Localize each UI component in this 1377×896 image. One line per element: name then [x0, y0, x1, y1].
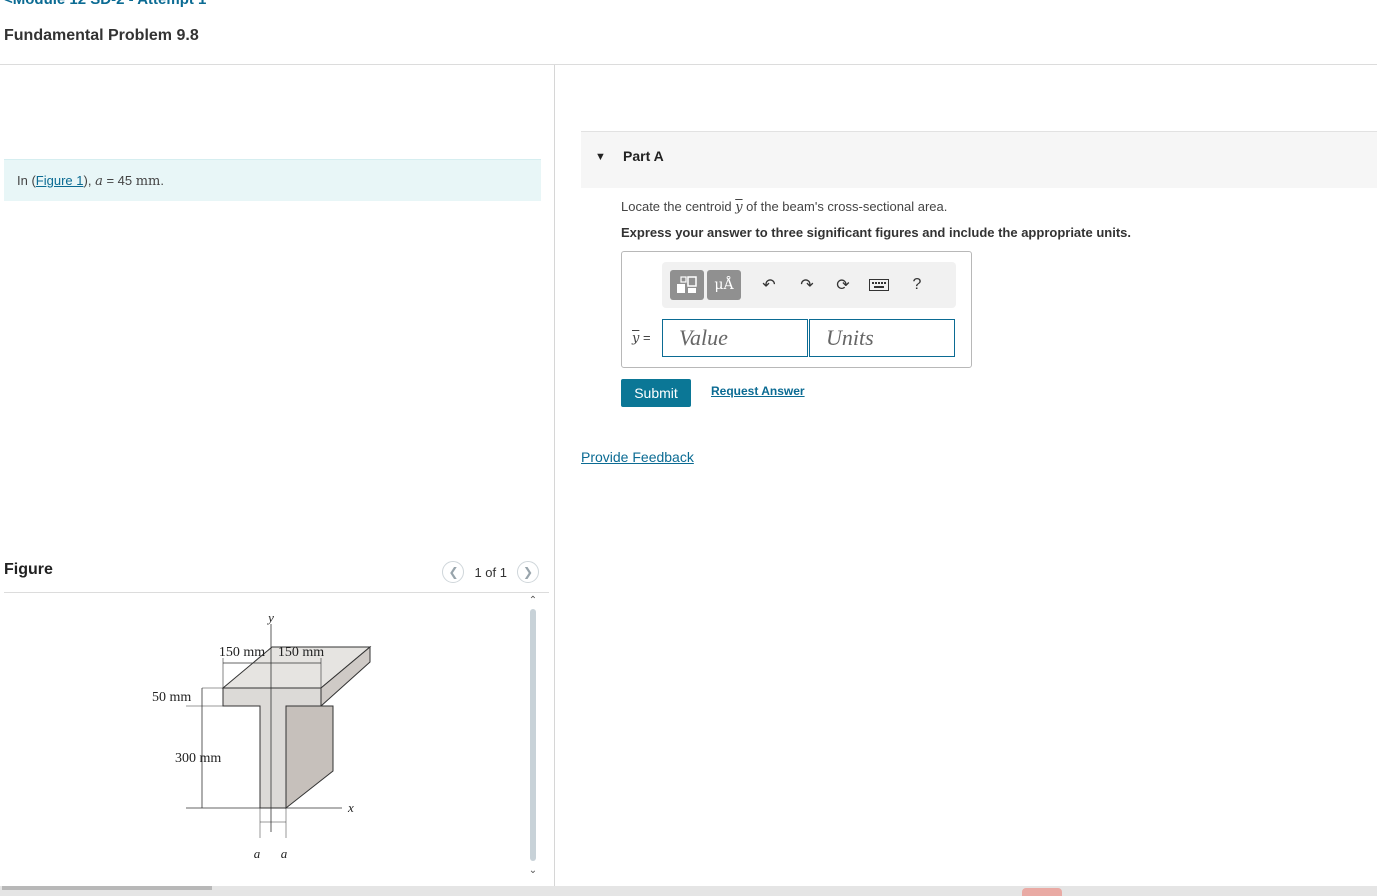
flange-thickness-label: 50 mm	[152, 690, 191, 705]
value-input[interactable]	[662, 319, 808, 357]
figure-link[interactable]: Figure 1	[36, 173, 84, 188]
right-flange-label: 150 mm	[278, 645, 324, 660]
figure-scrollbar[interactable]: ⌃ ⌄	[527, 595, 539, 880]
answer-label: y =	[632, 330, 651, 346]
reset-icon[interactable]: ⟳	[832, 274, 854, 296]
question-suffix: of the beam's cross-sectional area.	[743, 199, 948, 214]
bottom-bar	[0, 886, 1377, 896]
question-prefix: Locate the centroid	[621, 199, 735, 214]
top-divider	[0, 64, 1377, 65]
figure-page-indicator: 1 of 1	[472, 565, 509, 580]
problem-intro: In (Figure 1), a = 45 mm.	[4, 159, 541, 201]
submit-button[interactable]: Submit	[621, 379, 691, 407]
intro-period: .	[160, 173, 164, 188]
template-icon	[675, 275, 699, 295]
back-to-module-link[interactable]: <Module 12 SD-2 - Attempt 1	[4, 0, 206, 8]
question-text: Locate the centroid y of the beam's cros…	[621, 199, 947, 215]
math-toolbar: μÅ ↶ ↷ ⟳ ?	[662, 262, 956, 308]
figure-pager: ❮ 1 of 1 ❯	[442, 561, 539, 583]
request-answer-link[interactable]: Request Answer	[711, 384, 805, 398]
intro-suffix: ),	[84, 173, 96, 188]
units-symbol-button[interactable]: μÅ	[707, 270, 741, 300]
mu-angstrom-icon: μÅ	[714, 277, 733, 293]
beam-figure: y x 150 mm 150 mm 50 mm 300 mm a a	[120, 600, 420, 870]
caret-down-icon[interactable]: ▼	[595, 151, 606, 163]
figure-divider	[4, 592, 549, 593]
a-left-label: a	[254, 846, 261, 861]
t-beam-diagram: y x 150 mm 150 mm 50 mm 300 mm a a	[120, 600, 420, 870]
web-height-label: 300 mm	[175, 751, 221, 766]
templates-button[interactable]	[670, 270, 704, 300]
answer-equals: =	[639, 330, 650, 345]
help-icon[interactable]: ?	[906, 274, 928, 296]
provide-feedback-link[interactable]: Provide Feedback	[581, 449, 694, 465]
figure-title: Figure	[4, 561, 53, 579]
question-symbol: y	[735, 200, 742, 215]
keyboard-icon[interactable]	[868, 274, 890, 296]
intro-equals: = 45	[103, 173, 136, 188]
chevron-up-icon[interactable]: ⌃	[527, 595, 539, 607]
page-title: Fundamental Problem 9.8	[4, 27, 199, 45]
prev-figure-button[interactable]: ❮	[442, 561, 464, 583]
bottom-indicator	[1022, 888, 1062, 896]
figure-header: Figure ❮ 1 of 1 ❯	[4, 561, 545, 591]
chevron-left-icon: ❮	[448, 565, 458, 579]
chevron-down-icon[interactable]: ⌄	[527, 865, 539, 877]
intro-prefix: In (	[17, 173, 36, 188]
web-side-face	[286, 706, 333, 808]
chevron-right-icon: ❯	[523, 565, 533, 579]
bottom-scroll-thumb[interactable]	[2, 886, 212, 890]
undo-icon[interactable]: ↶	[758, 274, 780, 296]
intro-unit: mm	[136, 174, 161, 189]
scrollbar-thumb[interactable]	[530, 609, 536, 861]
answer-instruction: Express your answer to three significant…	[621, 225, 1131, 240]
keyboard-glyph	[869, 279, 889, 291]
part-a-header[interactable]: ▼ Part A	[581, 131, 1377, 188]
redo-icon[interactable]: ↷	[796, 274, 818, 296]
a-right-label: a	[281, 846, 288, 861]
intro-variable: a	[95, 174, 103, 189]
left-flange-label: 150 mm	[219, 645, 265, 660]
column-divider	[554, 65, 555, 896]
y-axis-label: y	[266, 610, 274, 625]
answer-box: μÅ ↶ ↷ ⟳ ? y =	[621, 251, 972, 368]
x-axis-label: x	[347, 800, 354, 815]
next-figure-button[interactable]: ❯	[517, 561, 539, 583]
units-input[interactable]	[809, 319, 955, 357]
part-a-title: Part A	[623, 148, 664, 164]
